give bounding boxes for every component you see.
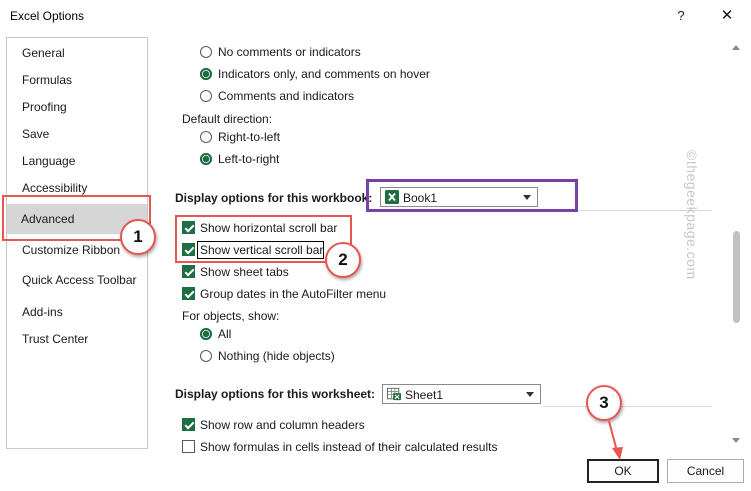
label-sheet-tabs: Show sheet tabs [200,265,289,279]
arrow-to-ok-icon [608,420,619,456]
scroll-up-arrow-icon[interactable] [732,45,740,50]
radio-right-to-left[interactable] [200,131,212,143]
chevron-down-icon [526,392,534,397]
scroll-down-arrow-icon[interactable] [732,438,740,443]
watermark: ©thegeekpage.com [684,150,700,280]
step-badge-2: 2 [325,242,361,278]
label-show-formulas: Show formulas in cells instead of their … [200,440,498,454]
title-bar: Excel Options ? ✕ [0,0,751,32]
dialog-title: Excel Options [10,9,85,23]
label-right-to-left: Right-to-left [218,130,281,144]
checkbox-row-column-headers[interactable] [182,418,195,431]
close-button[interactable]: ✕ [716,6,738,26]
highlight-workbook-select [366,179,578,212]
worksheet-select[interactable]: Sheet1 [382,384,541,404]
checkbox-show-formulas[interactable] [182,440,195,453]
sidebar-item-save[interactable]: Save [8,121,146,147]
radio-indicators-only[interactable] [200,68,212,80]
step-badge-3: 3 [586,385,622,421]
label-no-comments: No comments or indicators [218,45,361,59]
worksheet-icon [387,387,401,401]
radio-objects-all[interactable] [200,328,212,340]
objects-label: For objects, show: [182,309,280,323]
radio-comments-and-indicators[interactable] [200,90,212,102]
label-row-column-headers: Show row and column headers [200,418,365,432]
label-objects-nothing: Nothing (hide objects) [218,349,335,363]
label-group-dates: Group dates in the AutoFilter menu [200,287,387,301]
sidebar-item-general[interactable]: General [8,40,146,66]
checkbox-group-dates[interactable] [182,287,195,300]
radio-no-comments[interactable] [200,46,212,58]
cancel-button[interactable]: Cancel [667,459,744,483]
worksheet-select-value: Sheet1 [405,388,444,402]
section-divider [543,406,712,407]
sidebar-item-proofing[interactable]: Proofing [8,94,146,120]
ok-button[interactable]: OK [587,459,659,483]
scroll-thumb[interactable] [733,231,740,323]
sidebar-item-add-ins[interactable]: Add-ins [8,299,146,325]
checkbox-sheet-tabs[interactable] [182,265,195,278]
label-objects-all: All [218,327,232,341]
sidebar-item-language[interactable]: Language [8,148,146,174]
sidebar-item-trust-center[interactable]: Trust Center [8,326,146,352]
help-button[interactable]: ? [670,6,692,26]
radio-objects-nothing[interactable] [200,350,212,362]
sidebar-item-formulas[interactable]: Formulas [8,67,146,93]
label-left-to-right: Left-to-right [218,152,280,166]
direction-label: Default direction: [182,112,273,126]
label-comments-and-indicators: Comments and indicators [218,89,355,103]
radio-left-to-right[interactable] [200,153,212,165]
vertical-scrollbar[interactable] [728,37,745,449]
sidebar-item-quick-access-toolbar[interactable]: Quick Access Toolbar [8,267,146,293]
label-indicators-only: Indicators only, and comments on hover [218,67,430,81]
step-badge-1: 1 [120,219,156,255]
workbook-section-heading: Display options for this workbook: [175,191,373,205]
worksheet-section-heading: Display options for this worksheet: [175,387,376,401]
